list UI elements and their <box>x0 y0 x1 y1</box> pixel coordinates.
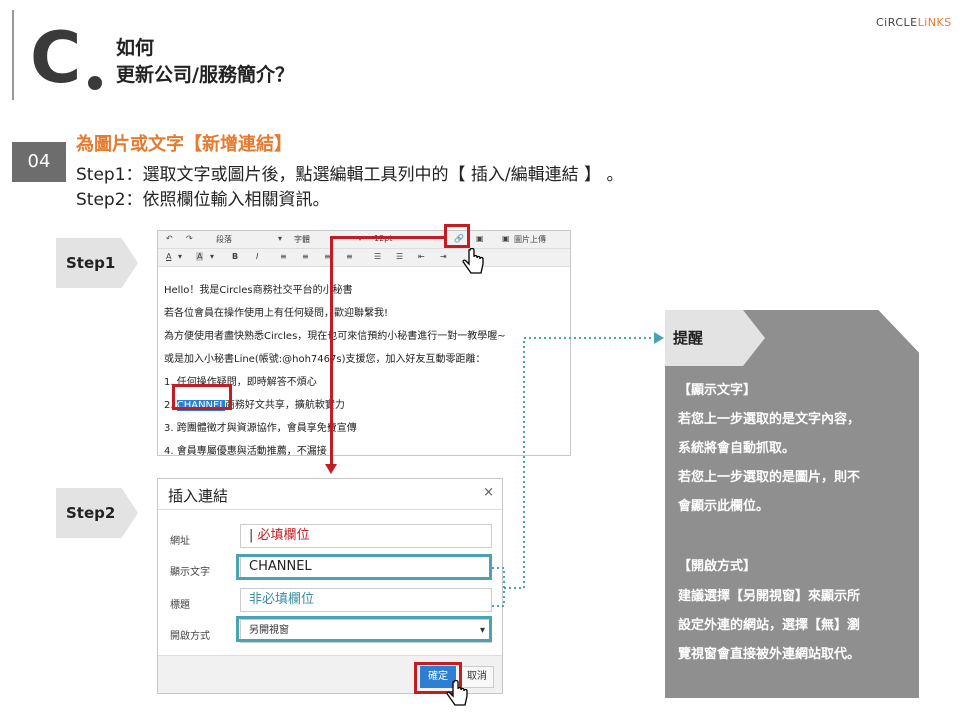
editor-line: 若各位會員在操作使用上有任何疑問，歡迎聯繫我! <box>164 308 389 319</box>
tip-line: 系統將會自動抓取。 <box>678 441 796 456</box>
image-upload-button[interactable]: 圖片上傳 <box>514 234 546 245</box>
editor-line-rest: 商務好文共享，擴航軟實力 <box>224 400 345 411</box>
display-text-label: 顯示文字 <box>170 567 210 578</box>
tip-line: 建議選擇【另開視窗】來顯示所 <box>678 589 861 604</box>
link-button-highlight <box>444 224 470 248</box>
page-title-line2: 更新公司/服務簡介？ <box>116 64 294 86</box>
dialog-divider <box>158 509 502 510</box>
editor-line-text: 或是加入小秘書Line(帳號:@hoh7467s)支援您，加入好友互動零距離： <box>164 354 486 365</box>
indent-icon[interactable]: ⇥ <box>440 252 447 261</box>
step2-tag: Step2 <box>56 488 138 538</box>
chapter-dot <box>88 76 102 90</box>
step1-instruction: Step1：選取文字或圖片後，點選編輯工具列中的【 插入/編輯連結 】 。 <box>76 165 624 185</box>
hand-cursor-icon <box>446 680 468 706</box>
editor-line: 3. 跨團體徵才與資源協作，會員享免費宣傳 <box>164 423 357 434</box>
bg-color-button[interactable]: A <box>196 252 204 261</box>
align-center-icon[interactable]: ≡ <box>302 252 309 261</box>
tip-line: 覽視窗會直接被外連網站取代。 <box>678 647 861 662</box>
page-title-line1: 如何 <box>116 37 155 59</box>
editor-toolbar-row1: ↶ ↷ 段落 ▾ 字體 ▾ 12pt 🔗 ▣ ▣ 圖片上傳 <box>158 231 570 249</box>
tip-line: 會顯示此欄位。 <box>678 499 770 514</box>
connector-arrow-icon <box>325 464 337 474</box>
paragraph-select[interactable]: 段落 <box>216 234 232 245</box>
outdent-icon[interactable]: ⇤ <box>418 252 425 261</box>
align-justify-icon[interactable]: ≡ <box>346 252 353 261</box>
brand-suffix: LiNKS <box>917 16 952 29</box>
tip-heading-open-mode: 【開啟方式】 <box>678 559 757 574</box>
numbered-list-icon[interactable]: ☰ <box>396 252 403 261</box>
editor-line: 為方便使用者盡快熟悉Circles，現在也可來信預約小秘書進行一對一教學喔~ <box>164 331 506 342</box>
font-color-dropdown-icon[interactable]: ▾ <box>178 252 182 261</box>
selection-highlight <box>172 384 232 410</box>
hand-cursor-icon <box>462 248 484 274</box>
redo-icon[interactable]: ↷ <box>186 234 193 243</box>
step2-instruction: Step2：依照欄位輸入相關資訊。 <box>76 190 330 210</box>
align-left-icon[interactable]: ≡ <box>280 252 287 261</box>
dialog-title: 插入連結 <box>168 487 229 505</box>
url-input[interactable]: | 必填欄位 <box>240 524 492 548</box>
step1-tag: Step1 <box>56 238 138 288</box>
bg-color-dropdown-icon[interactable]: ▾ <box>210 252 214 261</box>
bold-button[interactable]: B <box>232 252 238 261</box>
tip-heading-display-text: 【顯示文字】 <box>678 383 757 398</box>
bullet-list-icon[interactable]: ☰ <box>374 252 381 261</box>
title-input[interactable]: 非必填欄位 <box>240 588 492 612</box>
url-label: 網址 <box>170 536 190 547</box>
tip-line: 若您上一步選取的是文字內容， <box>678 412 861 427</box>
brand-prefix: CiRCLE <box>876 16 918 29</box>
brand-logo: CiRCLELiNKS <box>876 16 952 29</box>
header-divider <box>12 10 14 100</box>
image-upload-icon[interactable]: ▣ <box>502 234 510 243</box>
undo-icon[interactable]: ↶ <box>166 234 173 243</box>
italic-button[interactable]: I <box>256 252 258 261</box>
display-text-highlight <box>236 554 492 580</box>
editor-line: Hello！我是Circles商務社交平台的小秘書 <box>164 285 353 296</box>
paragraph-dropdown-icon: ▾ <box>278 234 283 243</box>
page-title: 如何 更新公司/服務簡介？ <box>116 35 294 89</box>
editor-toolbar-row2: A ▾ A ▾ B I ≡ ≡ ≡ ≡ ☰ ☰ ⇤ ⇥ <box>158 249 570 267</box>
dotted-connector <box>492 332 664 607</box>
tip-line: 若您上一步選取的是圖片，則不 <box>678 470 861 485</box>
font-select[interactable]: 字體 <box>294 234 310 245</box>
connector-line-vertical <box>330 236 333 468</box>
editor-line: 或是加入小秘書Line(帳號:@hoh7467s)支援您，加入好友互動零距離： <box>164 350 485 365</box>
open-mode-highlight <box>236 616 492 642</box>
image-icon[interactable]: ▣ <box>476 234 484 243</box>
connector-line-horizontal <box>330 236 446 239</box>
step-number-badge: 04 <box>12 142 66 182</box>
font-color-button[interactable]: A <box>166 252 171 261</box>
url-input-value: 必填欄位 <box>257 528 310 543</box>
title-label: 標題 <box>170 600 190 611</box>
editor-line: 4. 會員專屬優惠與活動推薦，不漏接 <box>164 446 327 457</box>
tip-line: 設定外連的網站，選擇【無】瀏 <box>678 618 861 633</box>
section-title: 為圖片或文字【新增連結】 <box>76 134 292 155</box>
chapter-letter: C <box>30 17 81 99</box>
open-mode-label: 開啟方式 <box>170 631 210 642</box>
